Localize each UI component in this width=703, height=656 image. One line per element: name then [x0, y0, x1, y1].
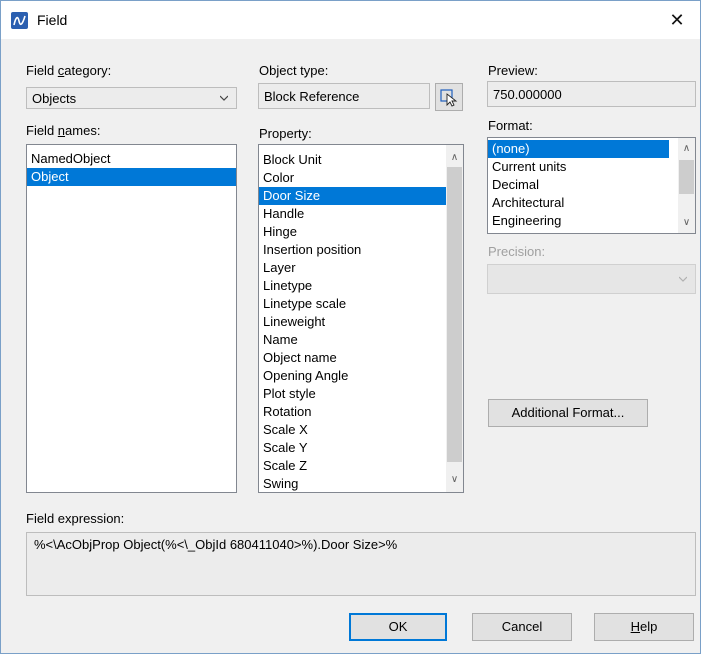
list-item[interactable]: Linetype scale [259, 295, 463, 313]
preview-label: Preview: [488, 63, 538, 78]
list-item-selected[interactable]: Door Size [259, 187, 463, 205]
property-scrollbar[interactable]: ∧ ∨ [446, 145, 463, 492]
list-item[interactable]: Engineering [488, 212, 695, 230]
list-item-selected[interactable]: Object [27, 168, 236, 186]
object-type-field: Block Reference [258, 83, 430, 109]
list-item[interactable]: Hinge [259, 223, 463, 241]
window-title: Field [37, 12, 68, 28]
list-item[interactable]: Rotation [259, 403, 463, 421]
chevron-down-icon [679, 276, 687, 282]
list-item[interactable]: Object name [259, 349, 463, 367]
object-type-label: Object type: [259, 63, 329, 78]
list-item[interactable]: Opening Angle [259, 367, 463, 385]
list-item[interactable]: Linetype [259, 277, 463, 295]
field-names-list[interactable]: NamedObject Object [26, 144, 237, 493]
preview-value: 750.000000 [493, 87, 562, 102]
list-item[interactable]: Current units [488, 158, 695, 176]
scroll-down-icon[interactable]: ∨ [678, 214, 695, 231]
scroll-down-icon[interactable]: ∨ [446, 471, 463, 488]
help-accel-key: H [630, 619, 641, 634]
ok-button[interactable]: OK [349, 613, 447, 641]
list-item[interactable]: Plot style [259, 385, 463, 403]
cancel-button[interactable]: Cancel [472, 613, 572, 641]
list-item[interactable]: Layer [259, 259, 463, 277]
list-item[interactable]: Swing [259, 475, 463, 492]
field-category-value: Objects [32, 91, 77, 106]
list-item[interactable]: Scale X [259, 421, 463, 439]
list-item[interactable]: Decimal [488, 176, 695, 194]
list-item[interactable]: Handle [259, 205, 463, 223]
select-object-button[interactable] [435, 83, 463, 111]
app-icon [11, 12, 28, 29]
field-category-label: Field category: [26, 63, 112, 78]
list-item[interactable]: Lineweight [259, 313, 463, 331]
field-expression-field[interactable]: %<\AcObjProp Object(%<\_ObjId 680411040>… [26, 532, 696, 596]
list-item[interactable]: Block Unit [259, 151, 463, 169]
help-label-rest: elp [640, 619, 658, 634]
field-names-label: Field names: [26, 123, 101, 138]
field-expression-value: %<\AcObjProp Object(%<\_ObjId 680411040>… [34, 537, 398, 552]
list-item[interactable]: Name [259, 331, 463, 349]
scroll-thumb[interactable] [679, 160, 694, 194]
field-expression-label: Field expression: [26, 511, 125, 526]
preview-field: 750.000000 [487, 81, 696, 107]
list-item[interactable]: Insertion position [259, 241, 463, 259]
close-icon[interactable]: ✕ [654, 1, 700, 39]
select-object-icon [440, 89, 458, 107]
scroll-up-icon[interactable]: ∧ [446, 149, 463, 166]
property-list[interactable]: Block Unit Color Door Size Handle Hinge … [258, 144, 464, 493]
additional-format-button[interactable]: Additional Format... [488, 399, 648, 427]
list-item[interactable]: Scale Y [259, 439, 463, 457]
list-item-selected[interactable]: (none) [488, 140, 669, 158]
list-item[interactable]: NamedObject [27, 150, 236, 168]
list-item[interactable]: Color [259, 169, 463, 187]
list-item[interactable]: Scale Z [259, 457, 463, 475]
help-button[interactable]: Help [594, 613, 694, 641]
precision-dropdown[interactable] [487, 264, 696, 294]
scroll-thumb[interactable] [447, 167, 462, 462]
object-type-value: Block Reference [264, 89, 360, 104]
field-dialog: Field ✕ Field category: Objects Field na… [0, 0, 701, 654]
field-category-dropdown[interactable]: Objects [26, 87, 237, 109]
scroll-up-icon[interactable]: ∧ [678, 140, 695, 157]
format-list[interactable]: (none) Current units Decimal Architectur… [487, 137, 696, 234]
format-scrollbar[interactable]: ∧ ∨ [678, 138, 695, 233]
title-bar: Field ✕ [1, 1, 700, 39]
precision-label: Precision: [488, 244, 546, 259]
list-item[interactable]: Architectural [488, 194, 695, 212]
chevron-down-icon [220, 95, 228, 101]
format-label: Format: [488, 118, 533, 133]
property-label: Property: [259, 126, 312, 141]
